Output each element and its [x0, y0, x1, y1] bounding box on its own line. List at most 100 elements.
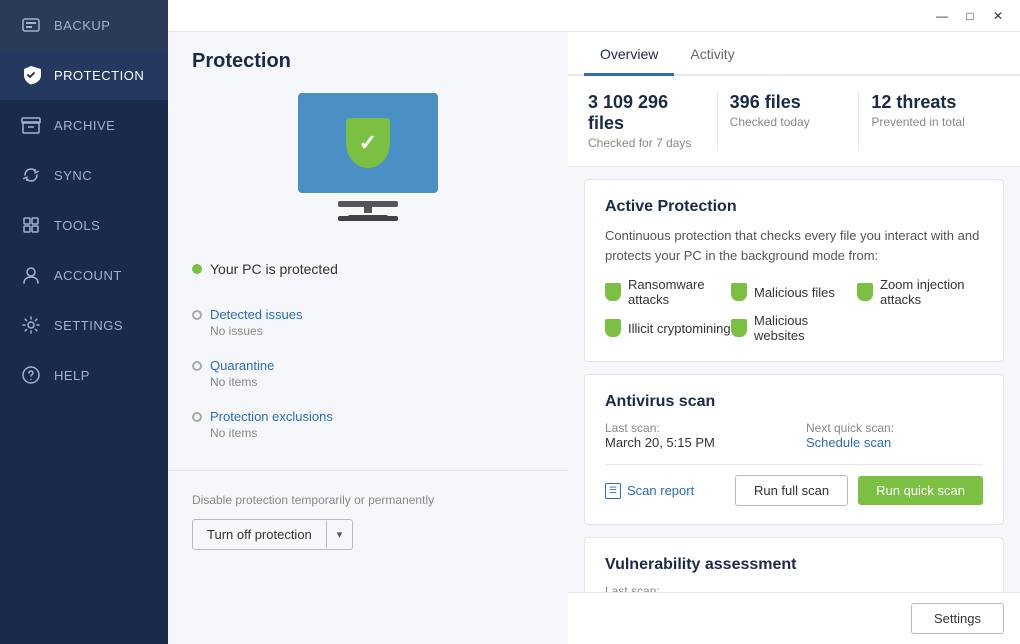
feature-label-5: Malicious websites: [754, 313, 857, 343]
turn-off-section: Disable protection temporarily or perman…: [168, 479, 568, 562]
right-panel: Overview Activity 3 109 296 files Checke…: [568, 32, 1020, 644]
sidebar-item-backup[interactable]: BACKUP: [0, 0, 168, 50]
tools-icon: [20, 214, 42, 236]
backup-icon: [20, 14, 42, 36]
run-full-scan-button[interactable]: Run full scan: [735, 475, 848, 506]
stat-label-3: Prevented in total: [871, 115, 988, 129]
bottom-bar: Settings: [568, 592, 1020, 644]
sidebar-item-sync[interactable]: SYNC: [0, 150, 168, 200]
settings-button[interactable]: Settings: [911, 603, 1004, 634]
status-row: Your PC is protected: [168, 253, 568, 285]
status-text: Your PC is protected: [210, 261, 338, 277]
stat-threats: 12 threats Prevented in total: [859, 92, 1000, 150]
feature-label: Ransomware attacks: [628, 277, 731, 307]
title-bar: — □ ✕: [168, 0, 1020, 32]
sidebar-item-tools[interactable]: TOOLS: [0, 200, 168, 250]
minimize-button[interactable]: —: [928, 5, 956, 27]
monitor-graphic: [298, 93, 438, 193]
sync-icon: [20, 164, 42, 186]
left-panel: Protection Your PC is protected: [168, 32, 568, 644]
sidebar-item-settings[interactable]: SETTINGS: [0, 300, 168, 350]
feature-label-4: Illicit cryptomining: [628, 321, 731, 336]
tab-activity[interactable]: Activity: [674, 32, 750, 74]
feature-label-3: Zoom injection attacks: [880, 277, 983, 307]
help-icon: [20, 364, 42, 386]
scan-report-link[interactable]: ☰ Scan report: [605, 483, 694, 499]
feature-label-2: Malicious files: [754, 285, 835, 300]
feature-zoom: Zoom injection attacks: [857, 277, 983, 307]
stat-label-1: Checked for 7 days: [588, 136, 705, 150]
exclusions-sub: No items: [192, 426, 544, 440]
chevron-down-icon: ▾: [326, 521, 353, 548]
last-scan-value: March 20, 5:15 PM: [605, 435, 782, 450]
stat-files-7days: 3 109 296 files Checked for 7 days: [588, 92, 718, 150]
panel-title: Protection: [168, 32, 568, 83]
monitor-image: [168, 83, 568, 209]
sidebar-item-help[interactable]: HELP: [0, 350, 168, 400]
last-scan-info: Last scan: March 20, 5:15 PM: [605, 421, 782, 450]
feature-ransomware: Ransomware attacks: [605, 277, 731, 307]
report-icon: ☰: [605, 483, 621, 499]
content-area: Protection Your PC is protected: [168, 32, 1020, 644]
tab-overview[interactable]: Overview: [584, 32, 674, 74]
features-grid: Ransomware attacks Malicious files Zoom …: [605, 277, 983, 343]
exclusions-item: Protection exclusions No items: [168, 399, 568, 450]
circle-dot: [192, 310, 202, 320]
sidebar-item-archive[interactable]: ARCHIVE: [0, 100, 168, 150]
active-protection-title: Active Protection: [605, 198, 983, 216]
detected-issues-item: Detected issues No issues: [168, 297, 568, 348]
shield-graphic: [346, 118, 390, 168]
status-dot: [192, 264, 202, 274]
antivirus-scan-title: Antivirus scan: [605, 393, 983, 411]
exclusions-row: Protection exclusions: [192, 409, 544, 424]
shield-icon-malicious-files: [731, 283, 747, 301]
cards-area: Active Protection Continuous protection …: [568, 167, 1020, 592]
quarantine-item: Quarantine No items: [168, 348, 568, 399]
stat-number-2: 396 files: [730, 92, 847, 113]
active-protection-desc: Continuous protection that checks every …: [605, 226, 983, 265]
sidebar-links: Detected issues No issues Quarantine No …: [168, 285, 568, 462]
sidebar-item-protection[interactable]: PROTECTION: [0, 50, 168, 100]
stats-row: 3 109 296 files Checked for 7 days 396 f…: [568, 76, 1020, 167]
stat-files-today: 396 files Checked today: [718, 92, 860, 150]
stat-label-2: Checked today: [730, 115, 847, 129]
scan-report-label: Scan report: [627, 483, 694, 498]
stat-number-3: 12 threats: [871, 92, 988, 113]
vulnerability-card: Vulnerability assessment Last scan: Marc…: [584, 537, 1004, 592]
exclusions-link[interactable]: Protection exclusions: [210, 409, 333, 424]
detected-issues-row: Detected issues: [192, 307, 544, 322]
shield-icon-crypto: [605, 319, 621, 337]
detected-issues-link[interactable]: Detected issues: [210, 307, 303, 322]
feature-websites: Malicious websites: [731, 313, 857, 343]
shield-icon-zoom: [857, 283, 873, 301]
account-icon: [20, 264, 42, 286]
divider: [168, 470, 568, 471]
vulnerability-title: Vulnerability assessment: [605, 556, 983, 574]
maximize-button[interactable]: □: [956, 5, 984, 27]
last-scan-label: Last scan:: [605, 421, 782, 435]
circle-dot-2: [192, 361, 202, 371]
stat-number-1: 3 109 296 files: [588, 92, 705, 134]
quarantine-link[interactable]: Quarantine: [210, 358, 274, 373]
protection-icon: [20, 64, 42, 86]
archive-icon: [20, 114, 42, 136]
quarantine-sub: No items: [192, 375, 544, 389]
run-quick-scan-button[interactable]: Run quick scan: [858, 476, 983, 505]
feature-malicious-files: Malicious files: [731, 277, 857, 307]
detected-issues-sub: No issues: [192, 324, 544, 338]
shield-icon-websites: [731, 319, 747, 337]
turn-off-desc: Disable protection temporarily or perman…: [192, 491, 544, 509]
next-scan-label: Next quick scan:: [806, 421, 983, 435]
tabs-row: Overview Activity: [568, 32, 1020, 76]
feature-crypto: Illicit cryptomining: [605, 313, 731, 343]
quarantine-row: Quarantine: [192, 358, 544, 373]
close-button[interactable]: ✕: [984, 5, 1012, 27]
turn-off-button[interactable]: Turn off protection ▾: [192, 519, 353, 550]
sidebar: BACKUP PROTECTION ARCHIVE: [0, 0, 168, 644]
sidebar-item-account[interactable]: ACCOUNT: [0, 250, 168, 300]
vuln-scan-info: Last scan: March 20, 5:15 PM: [605, 584, 715, 592]
active-protection-card: Active Protection Continuous protection …: [584, 179, 1004, 362]
scan-info-row: Last scan: March 20, 5:15 PM Next quick …: [605, 421, 983, 450]
turn-off-label: Turn off protection: [193, 520, 326, 549]
schedule-scan-link[interactable]: Schedule scan: [806, 435, 983, 450]
